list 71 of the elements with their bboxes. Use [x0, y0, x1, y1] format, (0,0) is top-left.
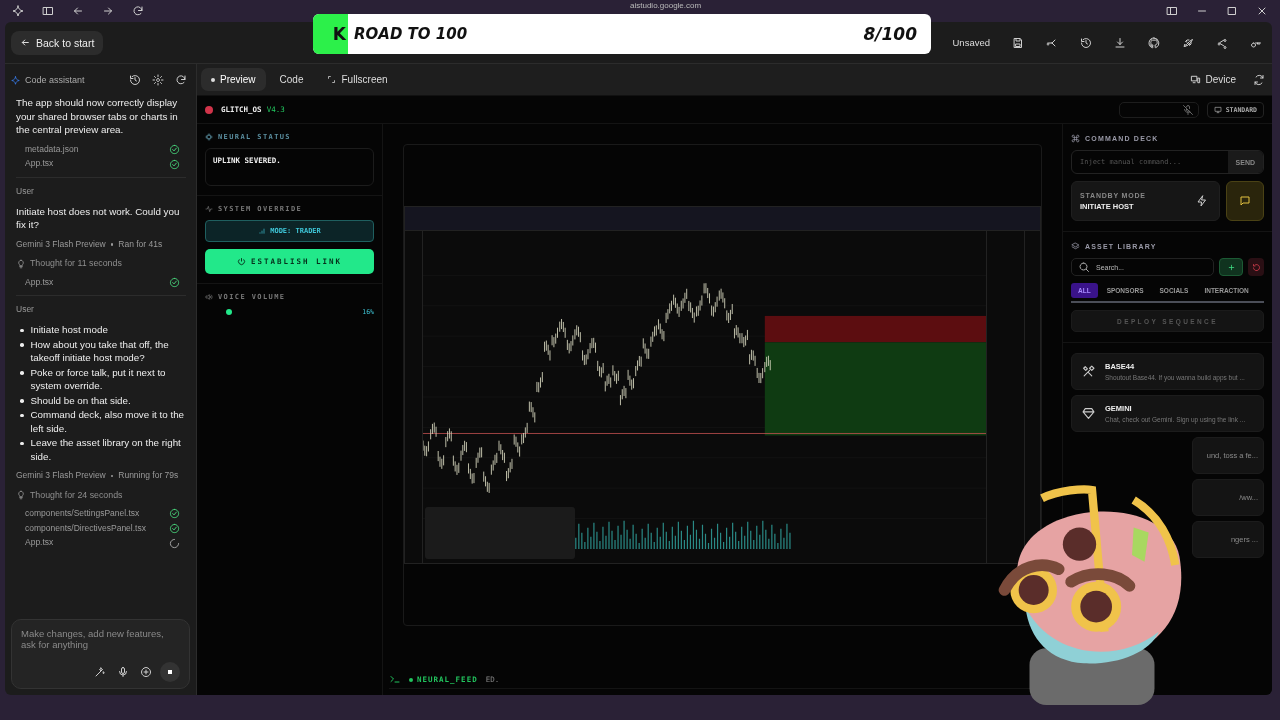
- user-message-item: Poke or force talk, put it next to system override.: [30, 365, 167, 393]
- prompt-box[interactable]: Make changes, add new features, ask for anything: [11, 619, 190, 689]
- bullet-icon: [20, 343, 24, 347]
- file-name[interactable]: components/DirectivesPanel.tsx: [25, 522, 146, 535]
- sparkle-icon: [11, 75, 20, 85]
- sparkle-icon[interactable]: [10, 3, 26, 19]
- fullscreen-icon: [327, 75, 337, 84]
- banner-title: ROAD TO 100: [354, 25, 468, 43]
- run-status: Running for 79s: [118, 470, 179, 482]
- user-message: Initiate host does not work. Could you fix it?: [16, 204, 181, 232]
- plus-icon: [1226, 262, 1236, 272]
- add-button[interactable]: [1219, 258, 1243, 276]
- diamond-icon: [1082, 407, 1095, 420]
- save-status: Unsaved: [952, 37, 990, 48]
- back-arrow-icon: [20, 37, 31, 48]
- speaker-icon: [205, 293, 213, 301]
- chat-button[interactable]: [1226, 181, 1264, 221]
- panel-title: Code assistant: [25, 75, 85, 85]
- thought-duration[interactable]: Thought for 11 seconds: [30, 257, 122, 270]
- power-icon: [236, 257, 246, 266]
- address-bar-url[interactable]: aistudio.google.com: [630, 0, 702, 10]
- file-name[interactable]: metadata.json: [25, 143, 79, 156]
- signal-bars-icon: [258, 227, 267, 235]
- chat-icon: [1239, 195, 1251, 207]
- bullet-icon: [20, 371, 24, 375]
- chip-icon: [205, 133, 213, 141]
- bullet-icon: [20, 328, 24, 332]
- lightbulb-icon: [16, 258, 26, 269]
- model-name: Gemini 3 Flash Preview: [16, 470, 106, 482]
- file-name[interactable]: App.tsx: [25, 158, 54, 170]
- user-message-item: Leave the asset library on the right side.: [30, 436, 182, 464]
- message-author: User: [16, 177, 186, 198]
- banner-logo: K: [313, 14, 348, 54]
- user-message-item: How about you take that off, the takeoff initiate host mode?: [30, 337, 170, 365]
- layers-icon: [1071, 242, 1080, 251]
- pulse-icon: [205, 205, 213, 213]
- bullet-icon: [20, 399, 24, 403]
- mic-off-icon: [1181, 103, 1194, 116]
- search-icon: [1078, 261, 1090, 273]
- stop-button[interactable]: [160, 662, 180, 682]
- tools-icon: [1082, 365, 1095, 378]
- command-icon: [1071, 134, 1080, 143]
- lightbulb-icon: [16, 489, 26, 500]
- file-name[interactable]: App.tsx: [25, 276, 54, 289]
- devices-icon: [1190, 74, 1202, 85]
- message-author: User: [16, 295, 186, 316]
- user-message-item: Initiate host mode: [30, 323, 108, 337]
- assistant-message: The app should now correctly display your shared browser tabs or charts in the central preview area.: [16, 96, 179, 137]
- user-message-item: Should be on that side.: [30, 393, 131, 408]
- bullet-icon: [20, 441, 24, 446]
- model-name: Gemini 3 Flash Preview: [16, 238, 106, 251]
- bullet-icon: [20, 413, 24, 418]
- view-tab[interactable]: Preview: [201, 68, 266, 91]
- file-name[interactable]: components/SettingsPanel.tsx: [25, 508, 140, 520]
- thought-duration[interactable]: Thought for 24 seconds: [30, 488, 123, 501]
- separator-dot: [110, 243, 114, 246]
- device-button[interactable]: Device: [1180, 68, 1246, 91]
- user-message-item: Command deck, also move it to the left side.: [30, 408, 186, 436]
- view-tab[interactable]: Code: [269, 68, 314, 91]
- reset-icon: [1251, 262, 1261, 272]
- file-name[interactable]: App.tsx: [25, 537, 54, 550]
- reset-button[interactable]: [1248, 258, 1264, 276]
- stop-icon: [167, 669, 173, 675]
- view-tab[interactable]: Fullscreen: [317, 68, 398, 91]
- prompt-field[interactable]: Make changes, add new features, ask for anything: [21, 628, 180, 662]
- volume-thumb[interactable]: [226, 309, 233, 315]
- back-to-start-button[interactable]: Back to start: [11, 30, 104, 55]
- status-light: [205, 105, 213, 114]
- banner-count: 8/100: [863, 24, 917, 44]
- monitor-icon: [1213, 105, 1222, 114]
- run-status: Ran for 41s: [118, 238, 163, 251]
